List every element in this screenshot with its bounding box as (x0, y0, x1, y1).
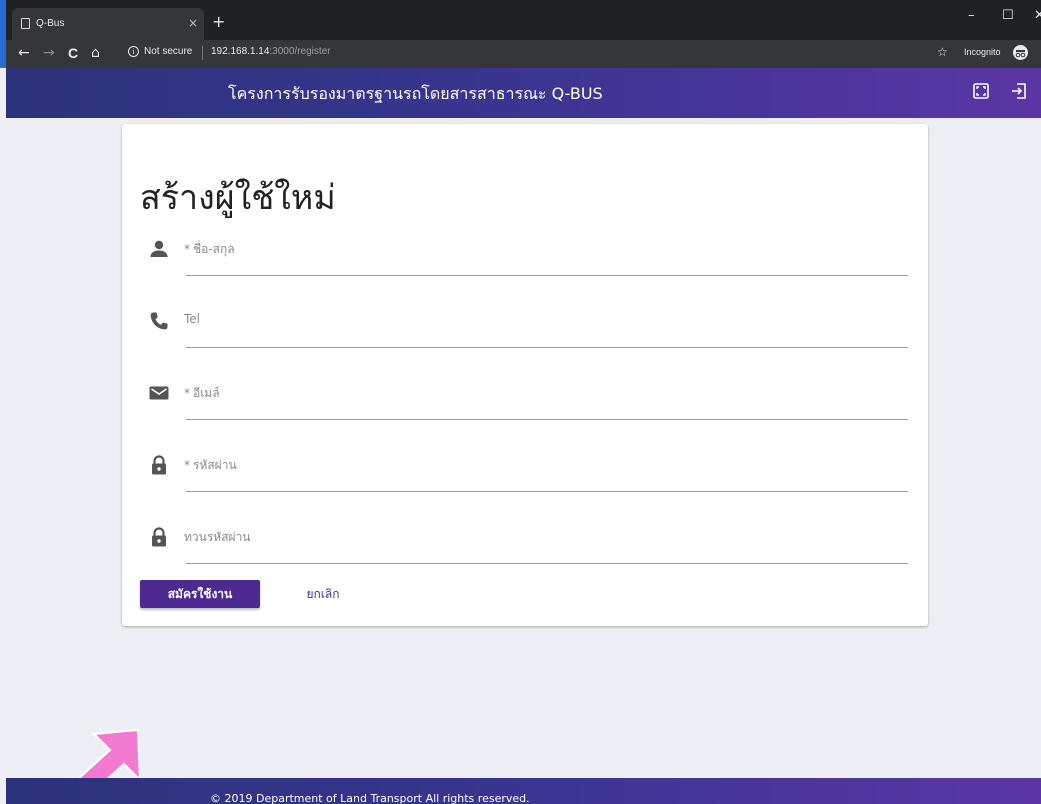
info-icon[interactable]: i (128, 46, 139, 57)
person-icon (148, 238, 170, 260)
mail-icon (148, 382, 170, 404)
fullscreen-icon[interactable] (972, 82, 990, 100)
email-label: * อีเมล์ (184, 384, 220, 403)
register-button[interactable]: สมัครใช้งาน (140, 580, 260, 608)
register-card: สร้างผู้ใช้ใหม่ * ชื่อ-สกุล Tel * อีเมล์… (122, 124, 928, 626)
page-content: สร้างผู้ใช้ใหม่ * ชื่อ-สกุล Tel * อีเมล์… (6, 118, 1041, 804)
app-title: โครงการรับรองมาตรฐานรถโดยสารสาธารณะ Q-BU… (228, 84, 603, 103)
security-status: Not secure (144, 46, 193, 57)
back-button[interactable]: ← (18, 45, 30, 61)
incognito-icon[interactable] (1013, 45, 1028, 60)
url-path: :3000/register (269, 46, 331, 57)
reload-button[interactable]: C (68, 45, 78, 61)
tel-label: Tel (184, 312, 201, 326)
footer-copyright: © 2019 Department of Land Transport All … (210, 792, 530, 804)
password-label-text: รหัสผ่าน (193, 458, 237, 472)
required-mark: * (184, 386, 190, 400)
cancel-button[interactable]: ยกเลิก (296, 580, 350, 608)
required-mark: * (184, 458, 190, 472)
maximize-button[interactable]: ☐ (1002, 8, 1014, 23)
tab-close-icon[interactable]: × (188, 16, 198, 30)
field-underline (186, 347, 908, 348)
email-label-text: อีเมล์ (193, 386, 220, 400)
confirm-password-field[interactable]: ทวนรหัสผ่าน (140, 514, 908, 564)
email-field[interactable]: * อีเมล์ (140, 370, 908, 420)
new-tab-button[interactable]: + (212, 14, 225, 30)
app-header: โครงการรับรองมาตรฐานรถโดยสารสาธารณะ Q-BU… (6, 68, 1041, 118)
minimize-button[interactable]: – (968, 8, 975, 23)
omnibox-divider (202, 46, 203, 60)
field-underline (186, 491, 908, 492)
phone-icon (148, 310, 170, 332)
home-button[interactable]: ⌂ (91, 45, 100, 61)
fullname-label: * ชื่อ-สกุล (184, 240, 235, 259)
forward-button[interactable]: → (43, 45, 55, 61)
url-text: 192.168.1.14:3000/register (211, 46, 331, 57)
browser-toolbar: ← → C ⌂ i Not secure 192.168.1.14:3000/r… (0, 40, 1041, 68)
password-field[interactable]: * รหัสผ่าน (140, 442, 908, 492)
fullname-label-text: ชื่อ-สกุล (193, 242, 235, 256)
tab-title: Q-Bus (36, 18, 65, 29)
browser-tab[interactable]: Q-Bus × (12, 8, 204, 40)
field-underline (186, 563, 908, 564)
fullname-field[interactable]: * ชื่อ-สกุล (140, 226, 908, 276)
url-host: 192.168.1.14 (211, 46, 270, 57)
browser-tab-strip: Q-Bus × + – ☐ ✕ (0, 0, 1041, 40)
address-bar[interactable]: i Not secure 192.168.1.14:3000/register (122, 43, 952, 65)
lock-icon (148, 526, 170, 548)
bookmark-star-icon[interactable]: ☆ (937, 45, 948, 59)
password-label: * รหัสผ่าน (184, 456, 237, 475)
tel-field[interactable]: Tel (140, 298, 908, 348)
confirm-password-label: ทวนรหัสผ่าน (184, 530, 251, 544)
incognito-label: Incognito (964, 47, 1001, 57)
page-icon (21, 18, 30, 29)
footer: © 2019 Department of Land Transport All … (6, 778, 1041, 804)
required-mark: * (184, 242, 190, 256)
field-underline (186, 275, 908, 276)
page-title: สร้างผู้ใช้ใหม่ (140, 178, 336, 218)
lock-icon (148, 454, 170, 476)
field-underline (186, 419, 908, 420)
close-window-button[interactable]: ✕ (1034, 8, 1041, 23)
logout-icon[interactable] (1010, 82, 1028, 100)
